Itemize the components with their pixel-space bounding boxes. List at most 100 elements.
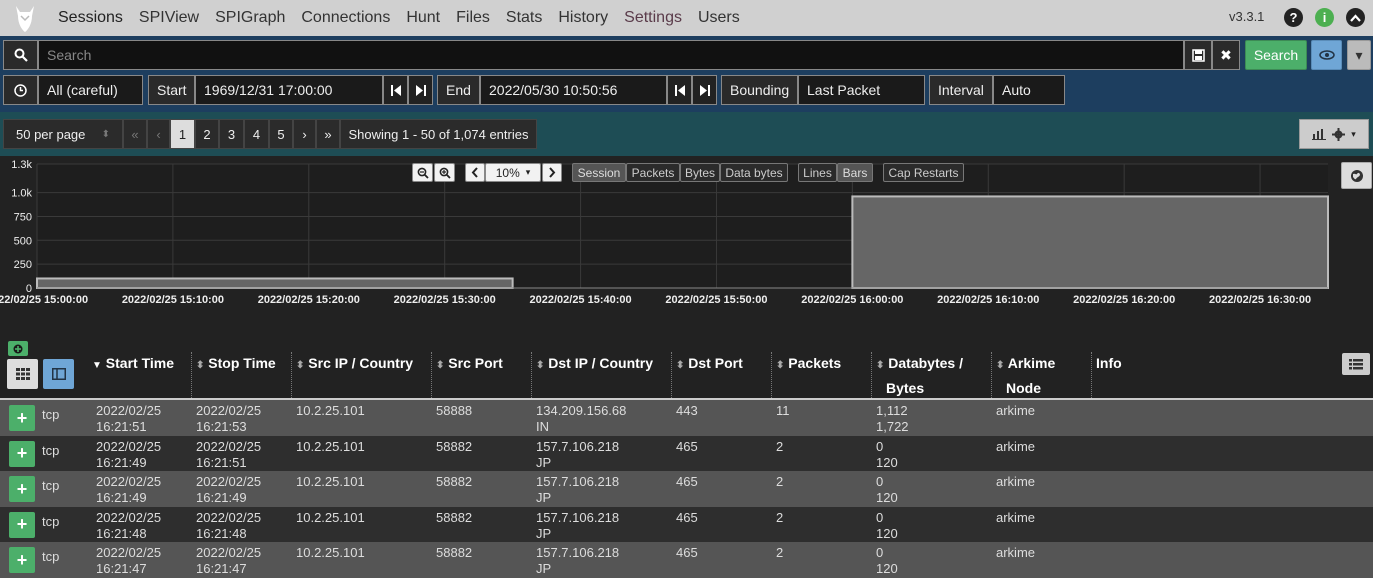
databytes-cell[interactable]: 0 120 bbox=[876, 510, 898, 542]
src-ip-cell[interactable]: 10.2.25.101 bbox=[296, 403, 365, 419]
help-icon[interactable]: ? bbox=[1284, 8, 1303, 27]
node-cell[interactable]: arkime bbox=[996, 510, 1035, 526]
col-info[interactable]: Info bbox=[1091, 352, 1291, 398]
nav-connections[interactable]: Connections bbox=[293, 9, 398, 27]
src-ip-cell[interactable]: 10.2.25.101 bbox=[296, 474, 365, 490]
packets-cell[interactable]: 2 bbox=[776, 545, 783, 561]
src-port-cell[interactable]: 58882 bbox=[436, 439, 472, 455]
table-row[interactable]: + tcp 2022/02/25 16:21:49 2022/02/25 16:21:49… bbox=[0, 471, 1373, 507]
page-2-button[interactable]: 2 bbox=[195, 119, 219, 149]
packets-cell[interactable]: 11 bbox=[776, 403, 790, 419]
grid-layout-icon[interactable] bbox=[7, 359, 38, 389]
add-column-icon[interactable] bbox=[8, 341, 28, 356]
pan-left-icon[interactable] bbox=[465, 163, 485, 182]
start-d-cell[interactable]: 2022/02/25 16:21:49 bbox=[96, 474, 161, 506]
expand-row-icon[interactable]: + bbox=[9, 511, 35, 538]
pan-right-icon[interactable] bbox=[542, 163, 562, 182]
dst-ip-cell[interactable]: 157.7.106.218 JP bbox=[536, 545, 619, 577]
nav-history[interactable]: History bbox=[550, 9, 616, 27]
node-cell[interactable]: arkime bbox=[996, 474, 1035, 490]
nav-files[interactable]: Files bbox=[448, 9, 498, 27]
nav-spigraph[interactable]: SPIGraph bbox=[207, 9, 293, 27]
search-button[interactable]: Search bbox=[1245, 40, 1307, 70]
src-port-cell[interactable]: 58882 bbox=[436, 510, 472, 526]
cap-restarts-toggle[interactable]: Cap Restarts bbox=[883, 163, 964, 182]
expand-row-icon[interactable]: + bbox=[9, 440, 35, 467]
info-icon[interactable]: i bbox=[1315, 8, 1334, 27]
col-dst-port[interactable]: ⬍ Dst Port bbox=[671, 352, 771, 398]
node-cell[interactable]: arkime bbox=[996, 545, 1035, 561]
start-step-forward-icon[interactable] bbox=[408, 75, 433, 105]
interval-select[interactable]: Auto bbox=[993, 75, 1065, 105]
chart-style-lines[interactable]: Lines bbox=[798, 163, 837, 182]
col-databytes[interactable]: ⬍ Databytes / Bytes bbox=[871, 352, 991, 398]
expand-row-icon[interactable]: + bbox=[9, 547, 35, 573]
column-config-icon[interactable] bbox=[1342, 353, 1370, 375]
table-row[interactable]: + tcp 2022/02/25 16:21:48 2022/02/25 16:21:48… bbox=[0, 506, 1373, 543]
col-start-time[interactable]: ▼ Start Time bbox=[88, 352, 192, 398]
stop-d-cell[interactable]: 2022/02/25 16:21:48 bbox=[196, 510, 261, 542]
node-cell[interactable]: arkime bbox=[996, 403, 1035, 419]
page-4-button[interactable]: 4 bbox=[244, 119, 269, 149]
page-3-button[interactable]: 3 bbox=[219, 119, 244, 149]
src-ip-cell[interactable]: 10.2.25.101 bbox=[296, 510, 365, 526]
col-src-ip[interactable]: ⬍ Src IP / Country bbox=[291, 352, 431, 398]
col-stop-time[interactable]: ⬍ Stop Time bbox=[191, 352, 291, 398]
owl-logo-icon[interactable] bbox=[10, 2, 40, 34]
eye-icon[interactable] bbox=[1311, 40, 1342, 70]
packets-cell[interactable]: 2 bbox=[776, 510, 783, 526]
nav-settings[interactable]: Settings bbox=[616, 9, 690, 27]
databytes-cell[interactable]: 0 120 bbox=[876, 439, 898, 471]
col-arkime-node[interactable]: ⬍ Arkime Node bbox=[991, 352, 1091, 398]
zoom-in-icon[interactable] bbox=[434, 163, 455, 182]
src-port-cell[interactable]: 58882 bbox=[436, 545, 472, 561]
start-d-cell[interactable]: 2022/02/25 16:21:49 bbox=[96, 439, 161, 471]
nav-sessions[interactable]: Sessions bbox=[50, 9, 131, 27]
nav-hunt[interactable]: Hunt bbox=[398, 9, 448, 27]
stop-d-cell[interactable]: 2022/02/25 16:21:51 bbox=[196, 439, 261, 471]
chart-type-session[interactable]: Session bbox=[572, 163, 626, 182]
dst-port-cell[interactable]: 465 bbox=[676, 510, 698, 526]
col-packets[interactable]: ⬍ Packets bbox=[771, 352, 871, 398]
page-5-button[interactable]: 5 bbox=[269, 119, 293, 149]
search-input[interactable]: Search bbox=[38, 40, 1184, 70]
nav-stats[interactable]: Stats bbox=[498, 9, 550, 27]
columns-layout-icon[interactable] bbox=[43, 359, 74, 389]
nav-spiview[interactable]: SPIView bbox=[131, 9, 207, 27]
dst-port-cell[interactable]: 443 bbox=[676, 403, 698, 419]
chart-options-button[interactable]: ▾ bbox=[1299, 119, 1369, 149]
databytes-cell[interactable]: 0 120 bbox=[876, 545, 898, 577]
chevron-up-icon[interactable] bbox=[1346, 8, 1365, 27]
databytes-cell[interactable]: 1,112 1,722 bbox=[876, 403, 909, 435]
session-histogram[interactable]: 02505007501.0k1.3k2022/02/25 15:00:00202… bbox=[0, 156, 1373, 338]
chart-style-bars[interactable]: Bars bbox=[837, 163, 873, 182]
col-src-port[interactable]: ⬍ Src Port bbox=[431, 352, 531, 398]
table-row[interactable]: + tcp 2022/02/25 16:21:47 2022/02/25 16:21:47… bbox=[0, 542, 1373, 578]
chart-type-databytes[interactable]: Data bytes bbox=[720, 163, 788, 182]
last-page-button[interactable]: » bbox=[316, 119, 340, 149]
save-icon[interactable] bbox=[1184, 40, 1212, 70]
start-step-back-icon[interactable] bbox=[383, 75, 408, 105]
end-step-back-icon[interactable] bbox=[667, 75, 692, 105]
dst-ip-cell[interactable]: 157.7.106.218 JP bbox=[536, 510, 619, 542]
caret-down-icon[interactable]: ▾ bbox=[1347, 40, 1371, 70]
globe-icon[interactable] bbox=[1341, 162, 1372, 189]
src-port-cell[interactable]: 58882 bbox=[436, 474, 472, 490]
page-1-button[interactable]: 1 bbox=[170, 119, 195, 149]
first-page-button[interactable]: « bbox=[123, 119, 147, 149]
stop-d-cell[interactable]: 2022/02/25 16:21:47 bbox=[196, 545, 261, 577]
time-range-select[interactable]: All (careful) bbox=[38, 75, 143, 105]
prev-page-button[interactable]: ‹ bbox=[147, 119, 170, 149]
end-time-input[interactable]: 2022/05/30 10:50:56 bbox=[480, 75, 667, 105]
dst-ip-cell[interactable]: 134.209.156.68 IN bbox=[536, 403, 626, 435]
bounding-select[interactable]: Last Packet bbox=[798, 75, 925, 105]
start-d-cell[interactable]: 2022/02/25 16:21:48 bbox=[96, 510, 161, 542]
src-port-cell[interactable]: 58888 bbox=[436, 403, 472, 419]
src-ip-cell[interactable]: 10.2.25.101 bbox=[296, 439, 365, 455]
dst-port-cell[interactable]: 465 bbox=[676, 439, 698, 455]
zoom-percent-select[interactable]: 10% ▾ bbox=[485, 163, 541, 182]
stop-d-cell[interactable]: 2022/02/25 16:21:49 bbox=[196, 474, 261, 506]
start-time-input[interactable]: 1969/12/31 17:00:00 bbox=[195, 75, 383, 105]
stop-d-cell[interactable]: 2022/02/25 16:21:53 bbox=[196, 403, 261, 435]
src-ip-cell[interactable]: 10.2.25.101 bbox=[296, 545, 365, 561]
